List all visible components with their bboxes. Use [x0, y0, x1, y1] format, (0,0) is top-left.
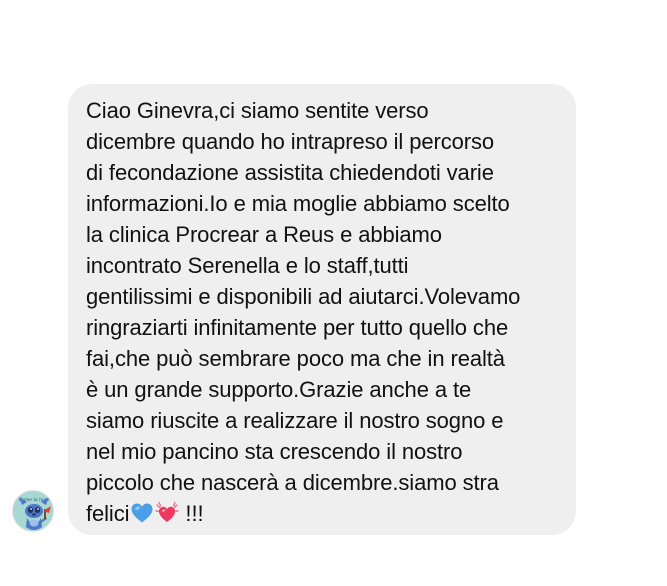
message-line: informazioni.Io e mia moglie abbiamo sce…: [86, 191, 510, 216]
beating-heart-icon: [155, 501, 180, 522]
message-line: gentilissimi e disponibili ad aiutarci.V…: [86, 284, 521, 309]
message-line: Ciao Ginevra,ci siamo sentite verso: [86, 98, 429, 123]
message-line: incontrato Serenella e lo staff,tutti: [86, 253, 409, 278]
blue-heart-icon: [131, 503, 153, 523]
message-line: dicembre quando ho intrapreso il percors…: [86, 129, 495, 154]
message-last-line-suffix: !!!: [179, 501, 204, 526]
stitch-character-avatar-icon: Come la luna: [13, 491, 53, 531]
message-bubble[interactable]: Ciao Ginevra,ci siamo sentite verso dice…: [68, 84, 576, 535]
message-line: piccolo che nascerà a dicembre.siamo str…: [86, 470, 499, 495]
message-line: fai,che può sembrare poco ma che in real…: [86, 346, 505, 371]
sender-avatar[interactable]: Come la luna: [12, 490, 54, 532]
chat-thread: Ciao Ginevra,ci siamo sentite verso dice…: [0, 0, 667, 586]
message-line: è un grande supporto.Grazie anche a te: [86, 377, 472, 402]
message-line: ringraziarti infinitamente per tutto que…: [86, 315, 509, 340]
message-line: nel mio pancino sta crescendo il nostro: [86, 439, 463, 464]
message-last-line-text: felici: [86, 501, 130, 526]
message-line: la clinica Procrear a Reus e abbiamo: [86, 222, 442, 247]
message-line: di fecondazione assistita chiedendoti va…: [86, 160, 494, 185]
message-line: siamo riuscite a realizzare il nostro so…: [86, 408, 504, 433]
message-last-line: felici !!!: [86, 498, 566, 529]
